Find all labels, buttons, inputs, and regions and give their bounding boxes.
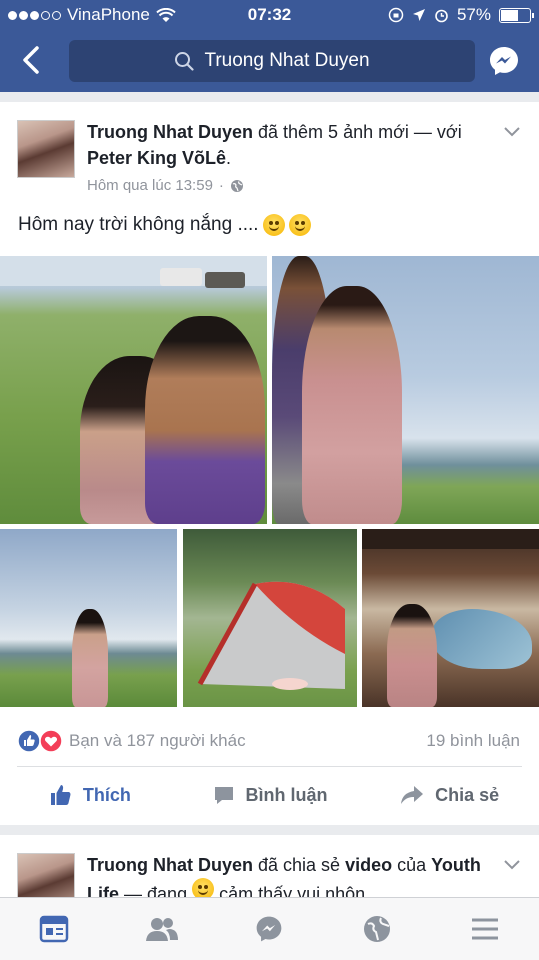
post-actions: Thích Bình luận Chia sẻ [0,767,539,823]
messenger-icon [257,916,282,942]
share-button[interactable]: Chia sẻ [359,767,539,823]
author-name[interactable]: Truong Nhat Duyen [87,122,253,142]
tab-friends[interactable] [108,898,216,960]
like-label: Thích [82,784,131,805]
back-chevron-icon[interactable] [16,44,48,76]
tagged-suffix: . [226,148,232,168]
friends-icon [145,918,178,941]
caption-text: Hôm nay trời không nắng .... [18,214,259,235]
post-action: đã thêm 5 ảnh mới — [258,122,432,142]
top-bar: VinaPhone 07:32 57% Truong Nhat Duyen [0,0,539,92]
tent-image [197,581,345,690]
photo-4[interactable] [183,529,357,707]
thumbs-up-icon [50,785,71,805]
status-right: 57% [388,5,534,25]
comment-label: Bình luận [245,784,328,805]
post-meta: Hôm qua lúc 13:59 · [87,177,244,194]
shared-object[interactable]: video [345,855,392,875]
status-bar: VinaPhone 07:32 57% [0,0,539,30]
search-text: Truong Nhat Duyen [204,50,370,71]
chevron-down-icon[interactable] [503,126,521,138]
menu-icon [472,918,499,940]
silly-emoji-icon [192,878,215,897]
post-header: Truong Nhat Duyen đã thêm 5 ảnh mới — vớ… [87,119,497,171]
with-prefix: với [436,122,462,142]
feeling-prefix: — đang [124,884,188,897]
post-card: Truong Nhat Duyen đã thêm 5 ảnh mới — vớ… [0,102,539,825]
tagged-name[interactable]: Peter King VõLê [87,148,226,168]
tab-notifications-globe[interactable] [323,898,431,960]
of-word: của [397,855,427,875]
post-caption: Hôm nay trời không nắng .... [18,214,311,236]
author-name[interactable]: Truong Nhat Duyen [87,855,253,875]
search-icon [175,52,195,71]
avatar[interactable] [17,853,75,897]
photo-2[interactable] [272,256,539,524]
messenger-icon[interactable] [487,44,521,78]
reactions-row: Bạn và 187 người khác 19 bình luận [0,707,539,767]
tab-messenger[interactable] [216,898,324,960]
battery-icon [499,7,534,23]
feeling-text: cảm thấy vui nhộn. [219,884,371,897]
tab-menu[interactable] [431,898,539,960]
post-card-2: Truong Nhat Duyen đã chia sẻ video của Y… [0,835,539,897]
comment-button[interactable]: Bình luận [180,767,360,823]
meta-separator: · [218,177,224,194]
bottom-tab-bar [0,897,539,960]
smile-emoji-icon [262,214,285,236]
chevron-down-icon[interactable] [503,859,521,871]
tab-news-feed[interactable] [0,898,108,960]
post-action: đã chia sẻ [258,855,341,875]
share-icon [401,786,424,804]
battery-percent: 57% [456,5,491,24]
share-label: Chia sẻ [435,784,500,805]
post-header-2: Truong Nhat Duyen đã chia sẻ video của Y… [87,852,507,897]
comment-icon [214,787,233,804]
photo-5[interactable] [362,529,539,707]
news-feed-icon [39,915,69,943]
globe-icon [230,179,243,192]
photo-1[interactable] [0,256,267,524]
reactions-text[interactable]: Bạn và 187 người khác [69,731,246,751]
location-icon [412,9,425,21]
rotation-lock-icon [388,7,404,23]
globe-icon [364,916,391,942]
alarm-icon [435,9,448,22]
search-bar[interactable]: Truong Nhat Duyen [69,40,475,82]
like-love-reactions-icon[interactable] [17,729,65,753]
like-button[interactable]: Thích [0,767,180,823]
timestamp[interactable]: Hôm qua lúc 13:59 [87,177,213,194]
smile-emoji-icon [288,214,311,236]
comments-count[interactable]: 19 bình luận [426,731,520,751]
photo-3[interactable] [0,529,177,707]
avatar[interactable] [17,120,75,178]
